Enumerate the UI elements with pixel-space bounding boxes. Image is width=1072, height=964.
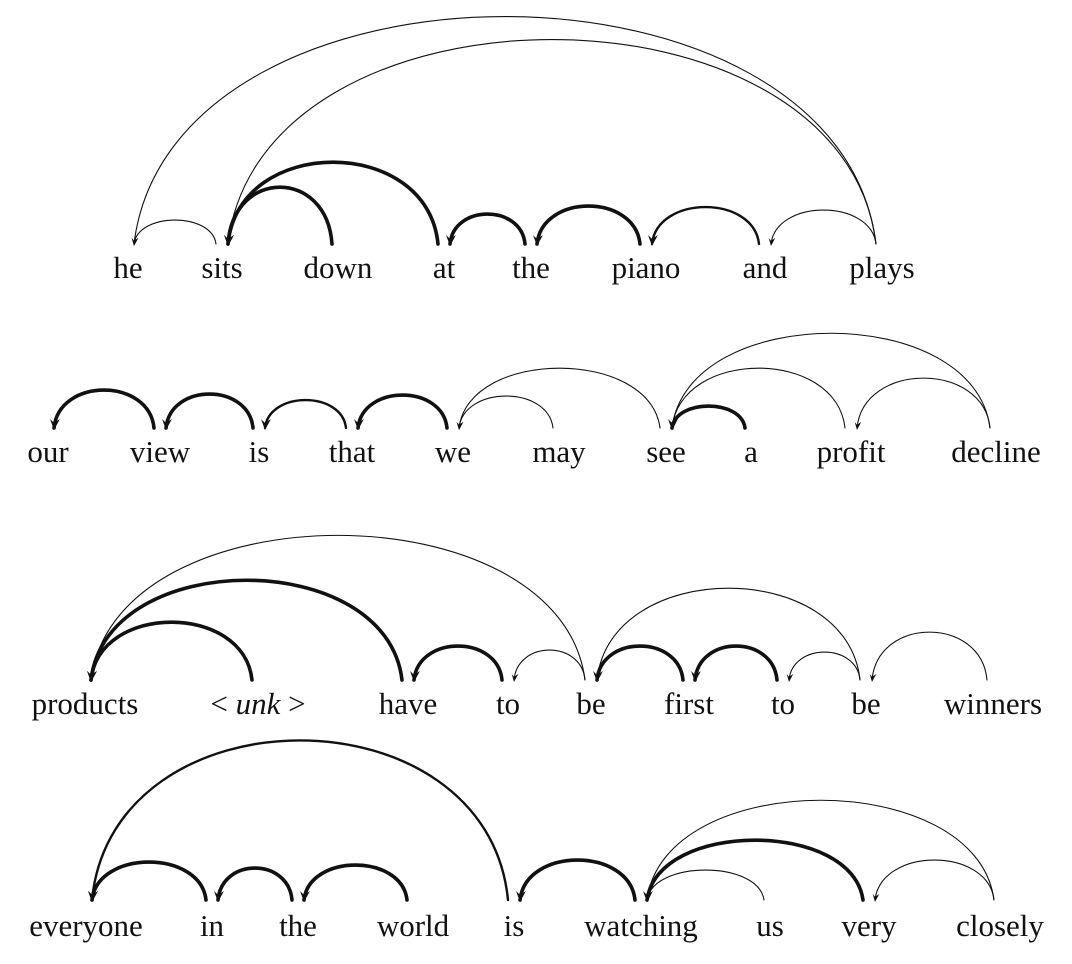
word-token: that	[329, 434, 376, 469]
arc-is-to-everyone	[90, 739, 510, 902]
word-token: view	[130, 434, 191, 469]
arc-to-to-first	[693, 644, 779, 682]
arc-watching-to-is	[518, 858, 637, 902]
word-token: everyone	[29, 908, 143, 943]
word-token: we	[435, 434, 471, 469]
arc-first-to-be	[595, 644, 685, 682]
word-token: be	[851, 686, 880, 721]
arc-the-to-in	[216, 866, 294, 902]
sentence-2: our view is that we may see a profit decline	[27, 332, 1041, 469]
arc-view-to-our	[52, 388, 156, 430]
arc-at-to-sits	[226, 160, 440, 246]
arc-the-to-at	[448, 212, 527, 246]
arc-plays-to-and	[770, 209, 877, 245]
arc-sits-to-he	[133, 219, 217, 245]
word-token: sits	[201, 250, 242, 285]
word-token: plays	[849, 250, 914, 285]
word-token: to	[496, 686, 520, 721]
word-token: is	[504, 908, 525, 943]
arc-be-to-be	[596, 587, 861, 681]
arc-be-to-products	[90, 534, 586, 681]
word-token: watching	[584, 908, 698, 943]
sentence-1: he sits down at the piano and plays	[113, 16, 915, 285]
word-token: he	[113, 250, 142, 285]
word-token: products	[32, 686, 139, 721]
arc-very-to-watching	[645, 838, 865, 902]
word-token: first	[664, 686, 714, 721]
word-token: winners	[944, 686, 1042, 721]
arc-a-to-see	[670, 404, 747, 430]
arc-world-to-the	[302, 863, 409, 902]
word-token: is	[249, 434, 270, 469]
arc-be-to-to	[788, 651, 861, 681]
arc-piano-to-the	[535, 204, 642, 246]
arc-we-to-that	[356, 393, 449, 430]
word-token: world	[377, 908, 450, 943]
word-token: decline	[951, 434, 1041, 469]
word-token: and	[743, 250, 788, 285]
sentence-3: products < unk > have to be first to be winners	[32, 534, 1042, 721]
arc-down-to-sits	[226, 185, 334, 246]
word-token: very	[841, 908, 897, 943]
arc-plays-to-he	[133, 16, 877, 245]
word-token: closely	[956, 908, 1044, 943]
word-token: the	[512, 250, 550, 285]
word-token: have	[379, 686, 438, 721]
arc-and-to-piano	[650, 205, 761, 246]
sentence-4: everyone in the world is watching us very closel…	[29, 739, 1044, 943]
word-token: at	[433, 250, 456, 285]
word-token: a	[744, 434, 758, 469]
word-token: in	[200, 908, 225, 943]
word-token: down	[304, 250, 373, 285]
word-token: may	[532, 434, 586, 469]
arc-is-to-view	[164, 392, 255, 430]
arc-us-to-watching	[646, 869, 765, 901]
arc-unk-to-products	[89, 620, 254, 682]
arc-in-to-everyone	[90, 860, 208, 902]
word-token: < unk >	[210, 686, 305, 721]
arc-that-to-is	[263, 399, 348, 430]
word-token: be	[576, 686, 605, 721]
arc-to-to-have	[412, 644, 504, 682]
word-token: see	[646, 434, 686, 469]
word-token: our	[27, 434, 69, 469]
arc-have-to-products	[89, 578, 404, 682]
word-token: to	[771, 686, 795, 721]
word-token: the	[279, 908, 317, 943]
arc-decline-to-see	[671, 332, 991, 429]
arc-winners-to-be	[871, 631, 988, 681]
dependency-arc-diagram: he sits down at the piano and plays our view is tha…	[27, 16, 1044, 943]
word-token: us	[756, 908, 784, 943]
arc-closely-to-very	[874, 859, 995, 901]
arc-may-to-we	[458, 395, 554, 429]
arc-be-to-to	[513, 649, 586, 681]
word-token: profit	[817, 434, 886, 469]
word-token: piano	[612, 250, 681, 285]
arc-decline-to-profit	[856, 377, 991, 429]
